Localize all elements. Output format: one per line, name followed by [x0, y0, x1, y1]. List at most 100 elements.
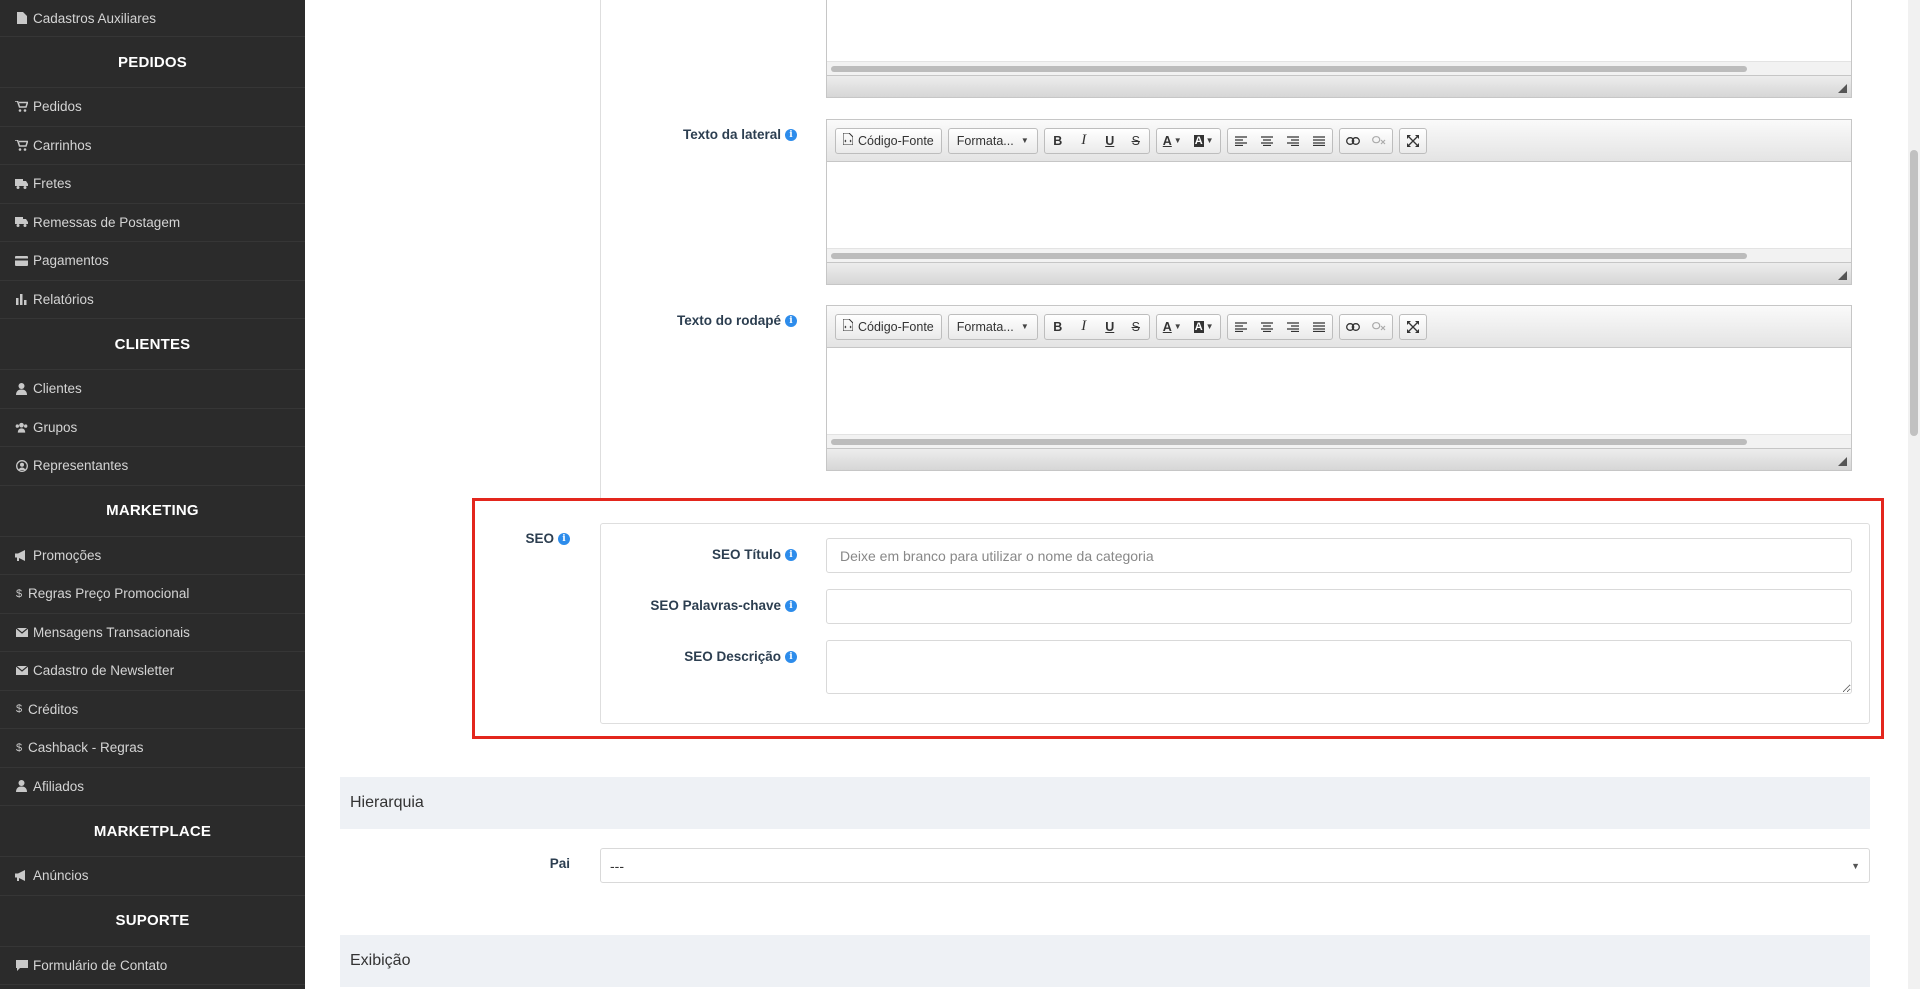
sidebar-item-label: Créditos [28, 701, 79, 717]
sidebar-section-suporte: SUPORTE [0, 896, 305, 947]
sidebar-item-creditos[interactable]: $ Créditos [0, 691, 305, 729]
align-justify-icon[interactable] [1306, 129, 1332, 153]
sidebar-item-promocoes[interactable]: Promoções [0, 537, 305, 575]
parent-select[interactable]: --- ▼ [600, 848, 1870, 883]
editor-toolbar: Código-Fonte Formata... ▼ B I U S A ▼ A ▼ [827, 120, 1851, 162]
sidebar-item-afiliados[interactable]: Afiliados [0, 768, 305, 806]
align-center-icon[interactable] [1254, 315, 1280, 339]
align-center-icon[interactable] [1254, 129, 1280, 153]
info-icon[interactable]: i [785, 650, 797, 663]
sidebar-section-marketing: MARKETING [0, 486, 305, 537]
underline-button[interactable]: U [1097, 129, 1123, 153]
resize-grip-icon[interactable] [1838, 271, 1847, 280]
sidebar-item-cadastros-auxiliares[interactable]: Cadastros Auxiliares [0, 0, 305, 37]
source-code-icon [842, 318, 854, 334]
background-color-button[interactable]: A ▼ [1188, 315, 1220, 339]
user-icon [15, 780, 28, 793]
italic-button[interactable]: I [1071, 129, 1097, 153]
sidebar-item-relatorios[interactable]: Relatórios [0, 281, 305, 319]
editor-hscrollbar[interactable] [827, 61, 1851, 75]
info-icon[interactable]: i [785, 314, 797, 327]
envelope-icon [15, 664, 28, 677]
sidebar-item-regras-preco-promocional[interactable]: $ Regras Preço Promocional [0, 575, 305, 614]
sidebar-item-label: Promoções [33, 547, 102, 563]
source-code-button[interactable]: Código-Fonte [836, 129, 941, 153]
unlink-icon[interactable] [1366, 315, 1392, 339]
sidebar-section-clientes: CLIENTES [0, 319, 305, 370]
background-color-button[interactable]: A ▼ [1188, 129, 1220, 153]
format-dropdown[interactable]: Formata... ▼ [949, 315, 1037, 339]
file-icon [15, 12, 28, 25]
rich-text-editor-top [826, 0, 1852, 98]
field-label-texto-rodape: Texto do rodapé i [660, 313, 797, 328]
bullhorn-icon [15, 869, 28, 882]
sidebar-item-representantes[interactable]: Representantes [0, 447, 305, 486]
page-scrollbar-thumb[interactable] [1910, 150, 1918, 436]
sidebar-item-pagamentos[interactable]: Pagamentos [0, 242, 305, 281]
info-icon[interactable]: i [785, 548, 797, 561]
align-right-icon[interactable] [1280, 315, 1306, 339]
text-color-button[interactable]: A ▼ [1157, 315, 1188, 339]
sidebar-item-formulario-de-contato[interactable]: Formulário de Contato [0, 947, 305, 985]
page-scrollbar[interactable] [1908, 0, 1920, 989]
seo-title-input[interactable] [826, 538, 1852, 573]
sidebar-item-cadastro-de-newsletter[interactable]: Cadastro de Newsletter [0, 652, 305, 691]
section-hierarquia: Hierarquia [340, 777, 1870, 829]
strikethrough-button[interactable]: S [1123, 315, 1149, 339]
dollar-icon: $ [15, 587, 23, 600]
editor-footer [827, 448, 1851, 470]
sidebar-item-label: Remessas de Postagem [33, 214, 181, 230]
info-icon[interactable]: i [785, 599, 797, 612]
sidebar-item-grupos[interactable]: Grupos [0, 409, 305, 447]
rich-text-editor-texto-rodape: Código-Fonte Formata... ▼ B I U S A ▼ A ▼ [826, 305, 1852, 471]
field-label-texto-lateral: Texto da lateral i [660, 127, 797, 142]
strikethrough-button[interactable]: S [1123, 129, 1149, 153]
sidebar-item-cashback-regras[interactable]: $ Cashback - Regras [0, 729, 305, 768]
sidebar-item-fretes[interactable]: Fretes [0, 165, 305, 204]
align-left-icon[interactable] [1228, 315, 1254, 339]
sidebar-item-clientes[interactable]: Clientes [0, 370, 305, 409]
info-icon[interactable]: i [558, 532, 570, 545]
sidebar-item-pedidos[interactable]: Pedidos [0, 88, 305, 127]
editor-content-area[interactable] [827, 348, 1851, 434]
text-color-button[interactable]: A ▼ [1157, 129, 1188, 153]
bold-button[interactable]: B [1045, 129, 1071, 153]
seo-keywords-input[interactable] [826, 589, 1852, 624]
rich-text-editor-texto-lateral: Código-Fonte Formata... ▼ B I U S A ▼ A ▼ [826, 119, 1852, 285]
sidebar-item-label: Cadastro de Newsletter [33, 663, 175, 679]
editor-content-area[interactable] [827, 162, 1851, 248]
editor-footer [827, 75, 1851, 97]
sidebar-item-carrinhos[interactable]: Carrinhos [0, 127, 305, 165]
user-circle-icon [15, 459, 28, 472]
underline-button[interactable]: U [1097, 315, 1123, 339]
info-icon[interactable]: i [785, 128, 797, 141]
sidebar-item-label: Grupos [33, 419, 78, 435]
editor-content-area[interactable] [827, 0, 1851, 61]
maximize-icon[interactable] [1400, 315, 1426, 339]
seo-description-textarea[interactable] [826, 640, 1852, 694]
editor-hscrollbar[interactable] [827, 248, 1851, 262]
user-icon [15, 382, 28, 395]
italic-button[interactable]: I [1071, 315, 1097, 339]
unlink-icon[interactable] [1366, 129, 1392, 153]
credit-card-icon [15, 254, 28, 267]
resize-grip-icon[interactable] [1838, 84, 1847, 93]
align-justify-icon[interactable] [1306, 315, 1332, 339]
source-code-button[interactable]: Código-Fonte [836, 315, 941, 339]
link-icon[interactable] [1340, 129, 1366, 153]
align-right-icon[interactable] [1280, 129, 1306, 153]
sidebar-item-remessas-de-postagem[interactable]: Remessas de Postagem [0, 204, 305, 242]
sidebar-item-anuncios[interactable]: Anúncios [0, 857, 305, 896]
maximize-icon[interactable] [1400, 129, 1426, 153]
editor-hscrollbar[interactable] [827, 434, 1851, 448]
link-icon[interactable] [1340, 315, 1366, 339]
sidebar-item-label: Relatórios [33, 291, 94, 307]
align-left-icon[interactable] [1228, 129, 1254, 153]
bold-button[interactable]: B [1045, 315, 1071, 339]
resize-grip-icon[interactable] [1838, 457, 1847, 466]
panel-border-bottom [600, 499, 1870, 500]
sidebar-item-label: Anúncios [33, 868, 89, 884]
format-dropdown[interactable]: Formata... ▼ [949, 129, 1037, 153]
envelope-icon [15, 626, 28, 639]
sidebar-item-mensagens-transacionais[interactable]: Mensagens Transacionais [0, 614, 305, 652]
